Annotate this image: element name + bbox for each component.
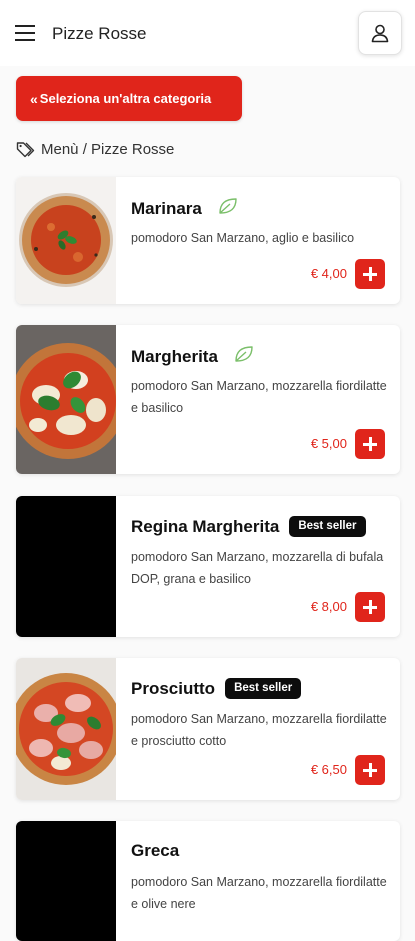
add-to-cart-button[interactable] [355,429,385,459]
item-price: € 6,50 [310,762,347,777]
item-price: € 5,00 [310,436,347,451]
menu-item-card[interactable]: Margherita pomodoro San Marzano, mozzare… [16,325,400,474]
image-placeholder [16,496,116,637]
item-name: Marinara [131,198,202,218]
menu-item-card[interactable]: Greca pomodoro San Marzano, mozzarella f… [16,821,400,941]
item-description: pomodoro San Marzano, aglio e basilico [131,231,355,245]
image-placeholder [16,821,116,941]
pizza-image [16,177,116,304]
item-price: € 4,00 [310,266,347,281]
item-name: Regina Margherita [131,516,280,536]
hamburger-icon[interactable] [15,25,35,43]
item-description: pomodoro San Marzano, mozzarella fiordil… [131,875,387,911]
menu-item-card[interactable]: Regina Margherita Best seller pomodoro S… [16,496,400,637]
best-seller-badge: Best seller [225,678,302,699]
best-seller-badge: Best seller [289,516,366,537]
menu-item-card[interactable]: Prosciutto Best seller pomodoro San Marz… [16,658,400,800]
item-description: pomodoro San Marzano, mozzarella fiordil… [131,379,387,415]
item-name: Prosciutto [131,678,216,698]
tags-icon [16,141,35,157]
leaf-icon [234,345,254,368]
item-description: pomodoro San Marzano, mozzarella di bufa… [131,550,384,586]
add-to-cart-button[interactable] [355,755,385,785]
menu-item-card[interactable]: Marinara pomodoro San Marzano, aglio e b… [16,177,400,304]
item-price: € 8,00 [310,599,347,614]
item-description: pomodoro San Marzano, mozzarella fiordil… [131,712,387,748]
select-category-label: Seleziona un'altra categoria [39,91,212,106]
breadcrumb: Menù / Pizze Rosse [16,139,174,159]
pizza-image [16,658,116,800]
top-bar: Pizze Rosse [0,0,415,66]
add-to-cart-button[interactable] [355,592,385,622]
select-category-button[interactable]: « Seleziona un'altra categoria [16,76,242,121]
brand-title: Pizze Rosse [52,24,147,43]
add-to-cart-button[interactable] [355,259,385,289]
breadcrumb-text: Menù / Pizze Rosse [41,140,175,158]
pizza-image [16,325,116,474]
leaf-icon [218,197,238,220]
account-button[interactable] [358,11,402,55]
user-icon [371,24,389,43]
item-name: Greca [131,841,180,860]
double-chevron-left-icon: « [30,90,38,107]
item-name: Margherita [131,346,218,366]
